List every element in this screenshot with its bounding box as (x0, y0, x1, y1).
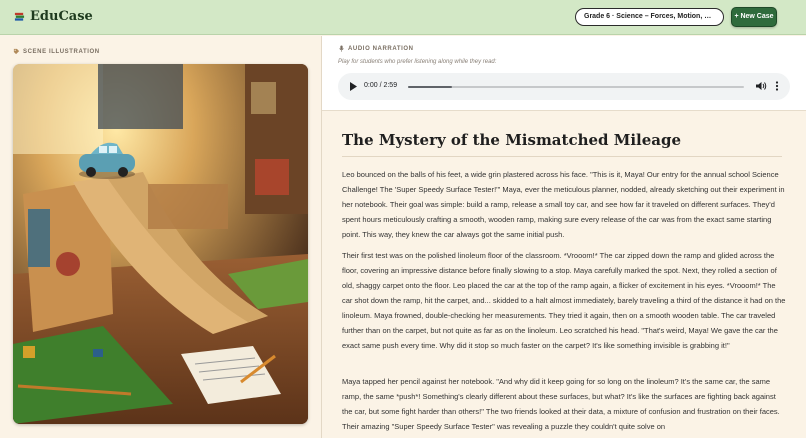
scene-illustration (13, 64, 308, 424)
story-paragraph: Their first test was on the polished lin… (342, 251, 786, 350)
book-stack-icon (14, 12, 25, 21)
scene-label-text: SCENE ILLUSTRATION (23, 48, 100, 55)
play-icon[interactable] (348, 81, 358, 92)
title-divider (342, 156, 782, 157)
story-title: The Mystery of the Mismatched Mileage (342, 131, 682, 149)
audio-player: 0:00 / 2:59 (338, 73, 790, 100)
brand-name: EduCase (30, 9, 93, 24)
app-header: EduCase Grade 6 · Science – Forces, Moti… (0, 0, 806, 35)
audio-time: 0:00 / 2:59 (364, 82, 398, 89)
audio-progress-bar[interactable] (408, 85, 744, 88)
more-options-icon[interactable] (773, 80, 781, 92)
audio-narration-panel: AUDIO NARRATION Play for students who pr… (322, 36, 806, 111)
microphone-icon (339, 45, 344, 52)
tag-icon (13, 48, 20, 55)
audio-subtitle: Play for students who prefer listening a… (338, 59, 497, 65)
audio-section-label: AUDIO NARRATION (338, 45, 414, 52)
scene-image (13, 64, 308, 424)
story-paragraph: Leo bounced on the balls of his feet, a … (342, 170, 785, 239)
case-selector[interactable]: Grade 6 · Science – Forces, Motion, and … (575, 8, 724, 26)
new-case-button[interactable]: + New Case (731, 7, 777, 27)
audio-progress-fill (408, 85, 452, 88)
audio-label-text: AUDIO NARRATION (348, 45, 414, 52)
volume-icon[interactable] (755, 80, 767, 92)
brand[interactable]: EduCase (14, 9, 93, 24)
story-content: The Mystery of the Mismatched Mileage Le… (322, 112, 806, 438)
scene-section-label: SCENE ILLUSTRATION (13, 48, 100, 55)
story-paragraph: Maya tapped her pencil against her noteb… (342, 377, 780, 431)
